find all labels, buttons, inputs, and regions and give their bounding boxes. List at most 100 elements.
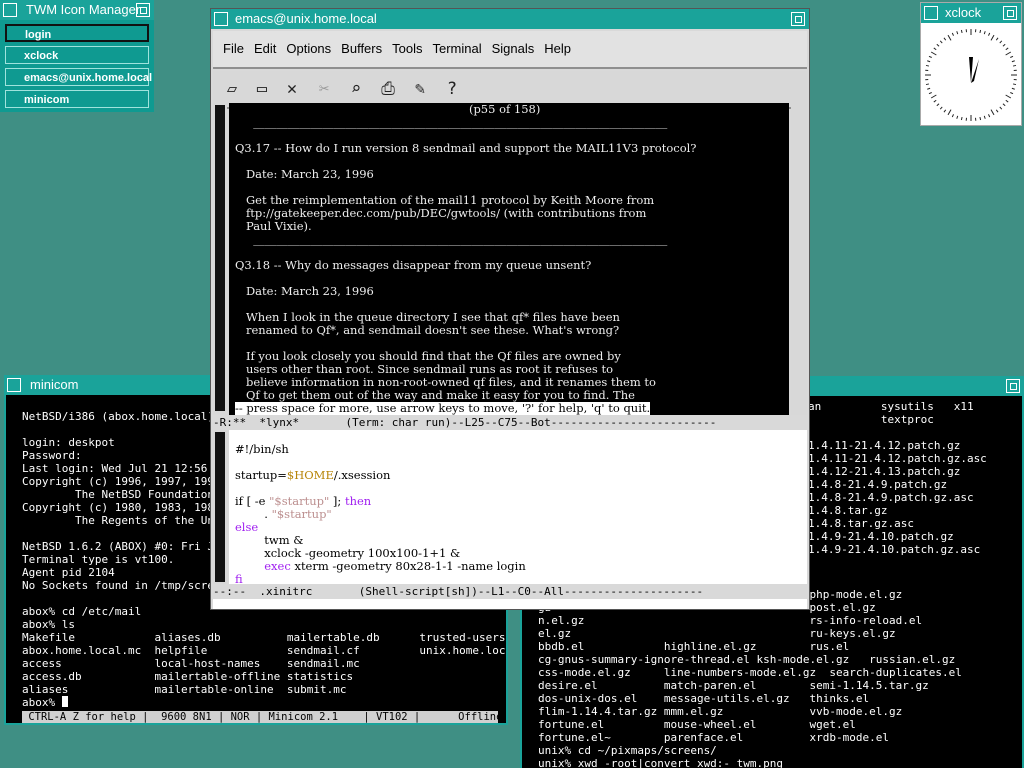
menu-options[interactable]: Options [286,31,331,67]
clock-tick [1012,83,1017,86]
code-line: exec xterm -geometry 80x28-1-1 -name log… [264,559,526,573]
new-file-icon[interactable]: ▱ [221,78,243,100]
clock-tick [1005,51,1012,56]
clock-tick [939,40,943,44]
menu-edit[interactable]: Edit [254,31,276,67]
clock-tick [939,106,943,110]
icon-manager-titlebar[interactable]: TWM Icon Manager [0,0,154,20]
terminal-line: textproc [808,413,934,426]
emacs-titlebar[interactable]: emacs@unix.home.local [211,9,809,29]
clock-tick [983,115,986,119]
menu-tools[interactable]: Tools [392,31,422,67]
clock-tick [930,51,937,56]
terminal-line: desire.el match-paren.el semi-1.14.5.tar… [538,679,929,692]
terminal-line: ________________________________________… [235,232,668,246]
terminal-line: 1.4.11-21.4.12.patch.gz [808,439,961,452]
lynx-right-scrollbar[interactable] [791,103,807,415]
terminal-line: aliases mailertable-online submit.mc [22,683,347,696]
terminal-line: el.gz ru-keys.el.gz [538,627,896,640]
resize-icon[interactable] [1006,379,1020,393]
emacs-title: emacs@unix.home.local [235,11,377,26]
menu-help[interactable]: Help [544,31,571,67]
terminal-line: Date: March 23, 1996 [235,167,374,181]
cut-icon[interactable]: ✂ [313,78,335,100]
terminal-line: fortune.el mouse-wheel.el wget.el [538,718,856,731]
icon-manager-item-emacs[interactable]: emacs@unix.home.local [5,68,152,86]
menu-signals[interactable]: Signals [492,31,535,67]
terminal-line: Date: March 23, 1996 [235,284,374,298]
resize-icon[interactable] [1003,6,1017,20]
terminal-line: unix% cd ~/pixmaps/screens/ [538,744,717,757]
code-line: startup=$HOME/.xsession [235,468,391,482]
resize-icon[interactable] [791,12,805,26]
xinitrc-buffer[interactable]: #!/bin/sh startup=$HOME/.xsession if [ -… [229,430,807,584]
terminal-line: an sysutils x11 [808,400,974,413]
clock-tick [947,34,952,41]
clock-tick [925,83,930,86]
help-icon[interactable]: ? [441,78,463,100]
clock-tick [1010,55,1014,58]
clock-tick [933,99,937,103]
iconify-button[interactable] [7,378,21,392]
terminal-cursor [62,696,68,707]
clock-tick [990,109,995,116]
lynx-mode-line: -R:** *lynx* (Term: char run)--L25--C75-… [213,416,807,429]
code-scrollbar[interactable] [213,430,227,584]
minicom-status-line: CTRL-A Z for help | 9600 8N1 | NOR | Min… [22,711,498,723]
terminal-line: Q3.17 -- How do I run version 8 sendmail… [235,141,697,155]
iconify-button[interactable] [924,6,938,20]
clock-tick [1005,47,1009,51]
terminal-line: fortune.el~ parenface.el xrdb-mode.el [538,731,889,744]
resize-icon[interactable] [136,3,150,17]
terminal-line: abox% ls [22,618,75,631]
iconify-button[interactable] [3,3,17,17]
icon-manager-window: TWM Icon Manager login xclock emacs@unix… [0,0,154,112]
terminal-line: access local-host-names sendmail.mc [22,657,360,670]
clock-tick [936,43,940,47]
menu-terminal[interactable]: Terminal [432,31,481,67]
desktop: { "icon_manager": { "title": "TWM Icon M… [0,0,1024,768]
terminal-line: renamed to Qf*, and sendmail doesn't see… [235,323,620,337]
clock-tick [960,29,963,34]
clock-tick [983,31,986,35]
clock-tick [1005,94,1012,99]
clock-tick [960,116,963,121]
clock-tick [999,106,1003,110]
print-icon[interactable]: ⎙ [377,78,399,100]
xclock-window: xclock [920,2,1022,126]
lynx-scrollbar[interactable] [213,103,227,415]
icon-manager-item-minicom[interactable]: minicom [5,90,149,108]
clock-tick [927,60,931,63]
clock-tick [995,109,999,113]
menu-buffers[interactable]: Buffers [341,31,382,67]
iconify-button[interactable] [214,12,228,26]
clock-tick [1002,43,1006,47]
clock-tick [1012,64,1017,67]
terminal-line: abox% [22,696,62,709]
lynx-buffer[interactable]: (p55 of 158) ___________________________… [229,103,789,415]
clock-tick [979,116,982,121]
terminal-line: ________________________________________… [235,115,668,129]
clock-tick [1002,103,1006,107]
lynx-prompt: -- press space for more, use arrow keys … [235,401,651,415]
clock-tick [990,34,995,41]
open-folder-icon[interactable]: ▭ [251,78,273,100]
terminal-line: abox.home.local.mc helpfile sendmail.cf … [22,644,506,657]
minicom-title: minicom [30,377,79,392]
icon-manager-item-xclock[interactable]: xclock [5,46,149,64]
menu-file[interactable]: File [223,31,244,67]
icon-manager-item-login[interactable]: login [5,24,149,42]
clock-tick [947,109,952,116]
edit-icon[interactable]: ✎ [409,78,431,100]
terminal-line: n.el.gz rs-info-reload.el [538,614,923,627]
xclock-titlebar[interactable]: xclock [921,3,1021,23]
clock-tick [943,109,947,113]
xinitrc-mode-line: --:-- .xinitrc (Shell-script[sh])--L1--C… [213,585,807,598]
clock-tick [1010,92,1014,95]
clock-tick [927,87,931,90]
code-line: . "$startup" [235,507,332,521]
clock-tick [988,114,991,118]
search-icon[interactable]: ⌕ [345,78,367,100]
minibuffer[interactable] [213,599,807,609]
close-icon[interactable]: ✕ [281,78,303,100]
